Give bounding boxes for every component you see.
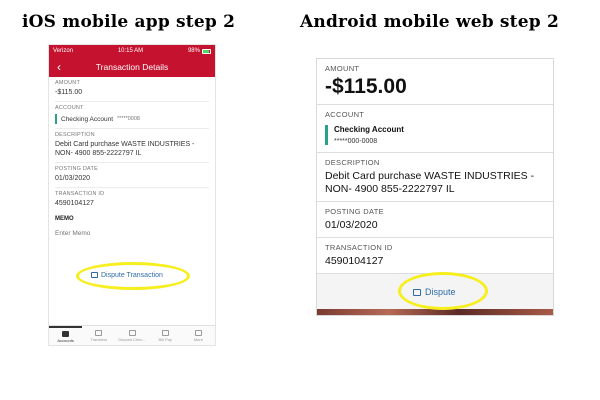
- transaction-id-label: TRANSACTION ID: [325, 243, 393, 252]
- account-number: *****0008: [117, 116, 140, 122]
- tab-label: More: [193, 336, 203, 342]
- status-right: 98%: [188, 48, 211, 54]
- tab-label: Deposit Chec...: [118, 336, 146, 342]
- description-label: DESCRIPTION: [325, 158, 380, 167]
- amount-field: AMOUNT -$115.00: [317, 59, 553, 105]
- carrier-label: Verizon: [53, 48, 74, 54]
- bottom-tab-bar: Accounts Transfers Deposit Chec... Bill …: [49, 325, 215, 345]
- accounts-icon: [62, 330, 70, 337]
- account-number: *****000-0008: [334, 138, 378, 145]
- tab-label: Transfers: [90, 336, 108, 342]
- tab-label: Bill Pay: [158, 336, 172, 342]
- tab-more[interactable]: More: [182, 326, 215, 345]
- account-field: ACCOUNT Checking Account *****0008: [55, 102, 209, 129]
- posting-date-value: 01/03/2020: [325, 219, 378, 231]
- account-accent-bar: [55, 114, 57, 124]
- transaction-id-field: TRANSACTION ID 4590104127: [55, 188, 209, 212]
- description-value: Debit Card purchase WASTE INDUSTRIES - N…: [325, 170, 535, 195]
- account-label: ACCOUNT: [55, 105, 84, 111]
- transaction-details: AMOUNT -$115.00 ACCOUNT Checking Account…: [317, 59, 553, 274]
- transaction-id-label: TRANSACTION ID: [55, 191, 105, 197]
- account-field: ACCOUNT Checking Account *****000-0008: [317, 105, 553, 153]
- account-row: Checking Account *****0008: [55, 114, 209, 124]
- posting-date-field: POSTING DATE 01/03/2020: [55, 163, 209, 188]
- menu-icon: [194, 329, 202, 336]
- tab-bill-pay[interactable]: Bill Pay: [149, 326, 182, 345]
- posting-date-value: 01/03/2020: [55, 175, 91, 182]
- account-label: ACCOUNT: [325, 110, 365, 119]
- back-chevron-icon[interactable]: ‹: [57, 60, 61, 74]
- posting-date-field: POSTING DATE 01/03/2020: [317, 202, 553, 238]
- ios-step-heading: iOS mobile app step 2: [22, 12, 236, 32]
- memo-section: MEMO: [49, 212, 215, 240]
- memo-label: MEMO: [55, 216, 74, 222]
- battery-percent: 98%: [187, 48, 200, 54]
- account-name: Checking Account: [334, 125, 404, 134]
- transaction-details: AMOUNT -$115.00 ACCOUNT Checking Account…: [49, 77, 215, 212]
- transaction-id-field: TRANSACTION ID 4590104127: [317, 238, 553, 274]
- amount-field: AMOUNT -$115.00: [55, 77, 209, 102]
- transaction-id-value: 4590104127: [325, 255, 384, 267]
- page-title: Transaction Details: [95, 62, 169, 72]
- amount-label: AMOUNT: [55, 80, 81, 86]
- transaction-id-value: 4590104127: [55, 200, 94, 207]
- bill-pay-icon: [161, 329, 169, 336]
- amount-label: AMOUNT: [325, 64, 360, 73]
- account-row: Checking Account *****000-0008: [325, 125, 545, 145]
- account-text: Checking Account *****000-0008: [334, 125, 404, 145]
- memo-input[interactable]: [55, 230, 175, 237]
- status-bar: Verizon 10:15 AM 98%: [49, 45, 215, 57]
- posting-date-label: POSTING DATE: [325, 207, 384, 216]
- description-field: DESCRIPTION Debit Card purchase WASTE IN…: [55, 129, 209, 163]
- transfers-icon: [95, 329, 103, 336]
- camera-icon: [128, 329, 136, 336]
- tab-accounts[interactable]: Accounts: [49, 326, 83, 345]
- navigation-bar: ‹ Transaction Details: [49, 57, 215, 77]
- description-value: Debit Card purchase WASTE INDUSTRIES - N…: [55, 141, 195, 157]
- ios-phone-screen: Verizon 10:15 AM 98% ‹ Transaction Detai…: [48, 44, 216, 346]
- description-label: DESCRIPTION: [55, 132, 95, 138]
- clock-label: 10:15 AM: [117, 48, 144, 54]
- background-photo-strip: [317, 309, 553, 315]
- description-field: DESCRIPTION Debit Card purchase WASTE IN…: [317, 153, 553, 202]
- tab-transfers[interactable]: Transfers: [82, 326, 115, 345]
- android-step-heading: Android mobile web step 2: [300, 12, 559, 32]
- posting-date-label: POSTING DATE: [55, 166, 98, 172]
- tab-deposit-check[interactable]: Deposit Chec...: [115, 326, 148, 345]
- account-accent-bar: [325, 125, 328, 145]
- highlight-ellipse: [76, 262, 190, 290]
- amount-value: -$115.00: [325, 75, 407, 98]
- battery-icon: [201, 48, 211, 54]
- tab-label: Accounts: [57, 337, 74, 343]
- account-name: Checking Account: [61, 115, 114, 123]
- highlight-ellipse: [398, 272, 488, 310]
- amount-value: -$115.00: [55, 89, 83, 96]
